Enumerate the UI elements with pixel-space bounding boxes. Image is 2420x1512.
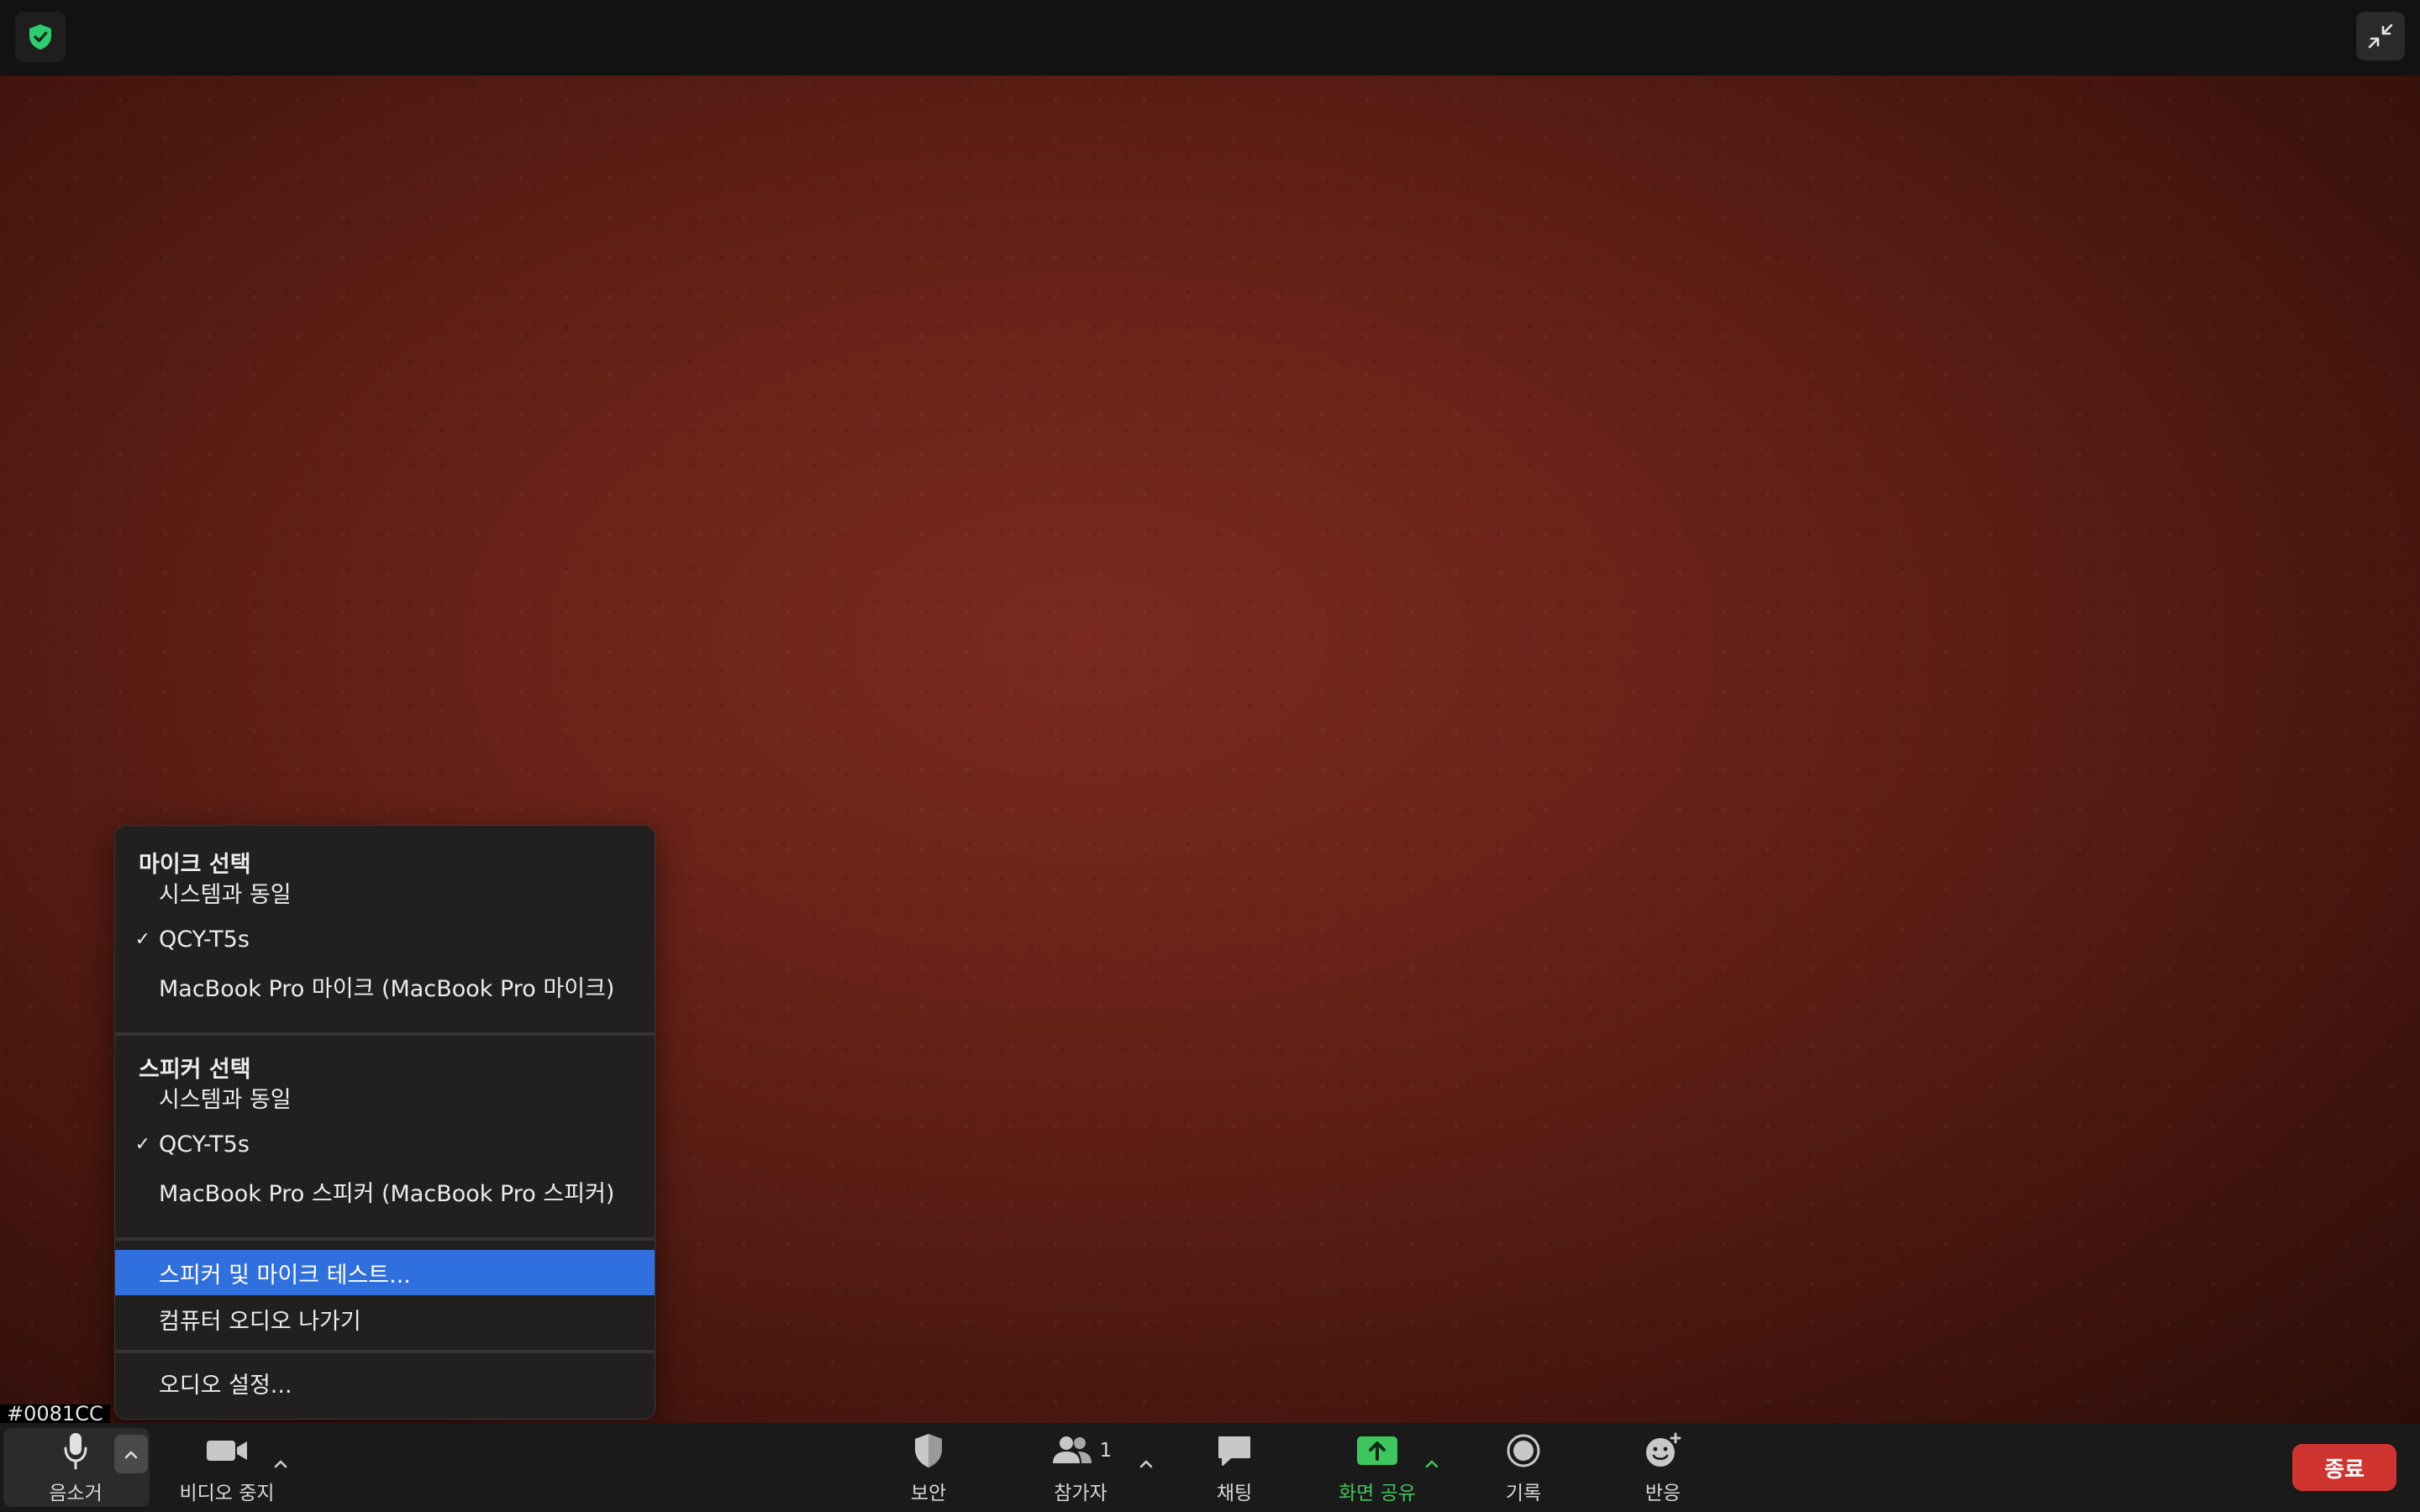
exit-fullscreen-button[interactable] bbox=[2356, 12, 2405, 60]
participants-button[interactable]: 1 참가자 bbox=[1039, 1423, 1123, 1512]
chevron-up-icon bbox=[1425, 1460, 1439, 1468]
speaker-option-macbook[interactable]: MacBook Pro 스피커 (MacBook Pro 스피커) bbox=[115, 1168, 655, 1214]
audio-options-caret[interactable] bbox=[114, 1435, 148, 1473]
audio-settings-item[interactable]: 오디오 설정... bbox=[115, 1360, 655, 1405]
chat-bubble-icon bbox=[1218, 1436, 1250, 1466]
security-label: 보안 bbox=[910, 1483, 947, 1504]
check-icon: ✓ bbox=[134, 1133, 150, 1155]
chat-label: 채팅 bbox=[1216, 1483, 1253, 1504]
speaker-option-label: 시스템과 동일 bbox=[159, 1086, 292, 1113]
participants-label: 참가자 bbox=[1054, 1483, 1107, 1504]
meeting-toolbar: 음소거 비디오 중지 보안 1 참가자 채팅 화면 공유 기록 반응 종료 bbox=[0, 1423, 2420, 1512]
audio-menu: 마이크 선택 시스템과 동일 ✓ QCY-T5s MacBook Pro 마이크… bbox=[114, 825, 655, 1420]
audio-settings-label: 오디오 설정... bbox=[159, 1372, 292, 1399]
exit-fullscreen-icon bbox=[2368, 24, 2393, 49]
reactions-button[interactable]: 반응 bbox=[1625, 1423, 1701, 1512]
participants-icon bbox=[1052, 1436, 1092, 1463]
meeting-info-shield[interactable] bbox=[15, 12, 66, 62]
speaker-option-label: MacBook Pro 스피커 (MacBook Pro 스피커) bbox=[159, 1180, 615, 1207]
mic-option-label: MacBook Pro 마이크 (MacBook Pro 마이크) bbox=[159, 975, 615, 1002]
participants-options-caret[interactable] bbox=[1131, 1446, 1161, 1480]
mic-option-label: QCY-T5s bbox=[159, 926, 250, 953]
share-options-caret[interactable] bbox=[1417, 1446, 1447, 1480]
mute-button[interactable]: 음소거 bbox=[25, 1423, 126, 1512]
microphone-icon bbox=[64, 1433, 87, 1470]
menu-divider bbox=[115, 1350, 655, 1353]
reaction-emoji-icon bbox=[1646, 1432, 1681, 1467]
share-screen-label: 화면 공유 bbox=[1339, 1483, 1416, 1504]
record-icon bbox=[1507, 1434, 1540, 1467]
leave-computer-audio-item[interactable]: 컴퓨터 오디오 나가기 bbox=[115, 1296, 655, 1341]
shield-icon bbox=[915, 1434, 942, 1467]
mute-label: 음소거 bbox=[49, 1483, 103, 1504]
mic-option-system[interactable]: 시스템과 동일 bbox=[115, 869, 655, 915]
video-camera-icon bbox=[207, 1441, 247, 1461]
end-meeting-button[interactable]: 종료 bbox=[2292, 1444, 2396, 1491]
chat-button[interactable]: 채팅 bbox=[1197, 1423, 1272, 1512]
share-screen-icon bbox=[1357, 1436, 1397, 1465]
chevron-up-icon bbox=[124, 1451, 138, 1459]
leave-computer-audio-label: 컴퓨터 오디오 나가기 bbox=[159, 1308, 361, 1335]
chevron-up-icon bbox=[274, 1460, 287, 1468]
video-options-caret[interactable] bbox=[266, 1446, 296, 1480]
speaker-option-system[interactable]: 시스템과 동일 bbox=[115, 1074, 655, 1120]
security-button[interactable]: 보안 bbox=[891, 1423, 966, 1512]
menu-divider bbox=[115, 1032, 655, 1036]
participants-count: 1 bbox=[1099, 1440, 1113, 1462]
menu-divider bbox=[115, 1237, 655, 1241]
mic-option-qcy[interactable]: ✓ QCY-T5s bbox=[115, 916, 655, 962]
mic-option-label: 시스템과 동일 bbox=[159, 881, 292, 908]
meeting-top-bar bbox=[0, 0, 2420, 76]
speaker-option-qcy[interactable]: ✓ QCY-T5s bbox=[115, 1121, 655, 1167]
speaker-option-label: QCY-T5s bbox=[159, 1131, 250, 1158]
share-screen-button[interactable]: 화면 공유 bbox=[1331, 1423, 1423, 1512]
record-button[interactable]: 기록 bbox=[1486, 1423, 1561, 1512]
check-icon: ✓ bbox=[134, 928, 150, 950]
chevron-up-icon bbox=[1139, 1460, 1153, 1468]
mic-option-macbook[interactable]: MacBook Pro 마이크 (MacBook Pro 마이크) bbox=[115, 963, 655, 1009]
shield-check-icon bbox=[29, 24, 51, 50]
reactions-label: 반응 bbox=[1644, 1483, 1681, 1504]
meeting-id-tag: #0081CC bbox=[0, 1404, 110, 1423]
test-speaker-mic-item[interactable]: 스피커 및 마이크 테스트... bbox=[115, 1250, 655, 1295]
stop-video-label: 비디오 중지 bbox=[179, 1483, 275, 1504]
test-speaker-mic-label: 스피커 및 마이크 테스트... bbox=[159, 1262, 411, 1289]
record-label: 기록 bbox=[1505, 1483, 1542, 1504]
